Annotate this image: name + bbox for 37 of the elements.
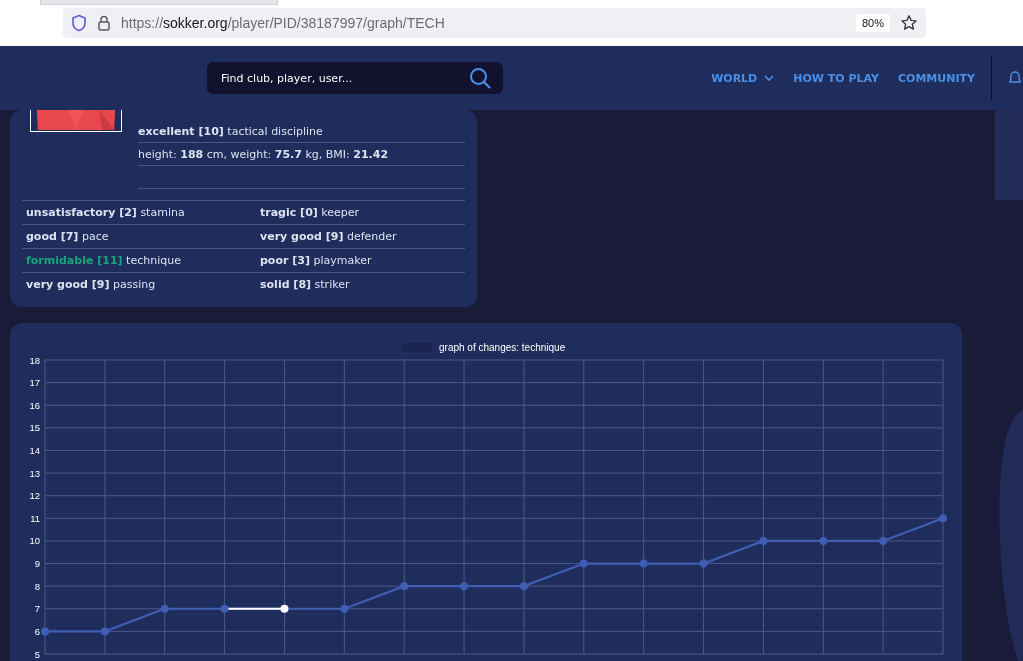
skill-rating: poor [3] playmaker: [260, 254, 372, 267]
chart-legend[interactable]: graph of changes: technique: [400, 341, 566, 354]
axis-tick-label: 9: [34, 558, 40, 570]
axis-tick-label: 18: [29, 354, 40, 366]
axis-tick-label: 10: [29, 535, 40, 547]
axis-tick-label: 8: [34, 580, 40, 592]
axis-tick-label: 14: [29, 444, 40, 456]
zoom-level[interactable]: 80%: [855, 14, 890, 32]
skill-rating: unsatisfactory [2] stamina: [26, 206, 185, 219]
skill-rating: very good [9] defender: [260, 230, 397, 243]
skill-rating: solid [8] striker: [260, 278, 350, 291]
nav-link[interactable]: WORLD: [711, 71, 775, 85]
axis-tick-label: 11: [30, 512, 40, 524]
axis-tick-label: 15: [29, 422, 40, 434]
axis-tick-label: 5: [34, 648, 40, 660]
skill-rating: tragic [0] keeper: [260, 206, 360, 219]
axis-tick-label: 6: [34, 625, 40, 637]
body-stats: height: 188 cm, weight: 75.7 kg, BMI: 21.42: [138, 147, 389, 161]
axis-tick-label: 7: [34, 603, 40, 615]
data-point[interactable]: [280, 604, 289, 613]
star-icon[interactable]: [900, 14, 918, 32]
axis-tick-label: 13: [29, 467, 40, 479]
axis-tick-label: 12: [29, 490, 40, 502]
shield-icon[interactable]: [71, 14, 87, 32]
address-bar[interactable]: https://sokker.org/player/PID/38187997/graph/TECH 80%: [63, 8, 926, 38]
nav-link[interactable]: HOW TO PLAY: [793, 71, 879, 85]
search-icon[interactable]: [469, 67, 491, 89]
skill-rating: formidable [11] technique: [26, 254, 181, 267]
skill-rating: very good [9] passing: [26, 278, 156, 291]
url-text: https://sokker.org/player/PID/38187997/graph/TECH: [121, 15, 446, 31]
lock-icon[interactable]: [97, 14, 111, 32]
axis-tick-label: 16: [29, 399, 40, 411]
axis-tick-label: 17: [29, 377, 40, 389]
nav-link[interactable]: COMMUNITY: [897, 71, 975, 85]
skill-rating: good [7] pace: [26, 230, 109, 243]
search-field[interactable]: Find club, player, user...: [207, 62, 503, 94]
skill-rating: excellent [10] tactical discipline: [138, 124, 323, 138]
